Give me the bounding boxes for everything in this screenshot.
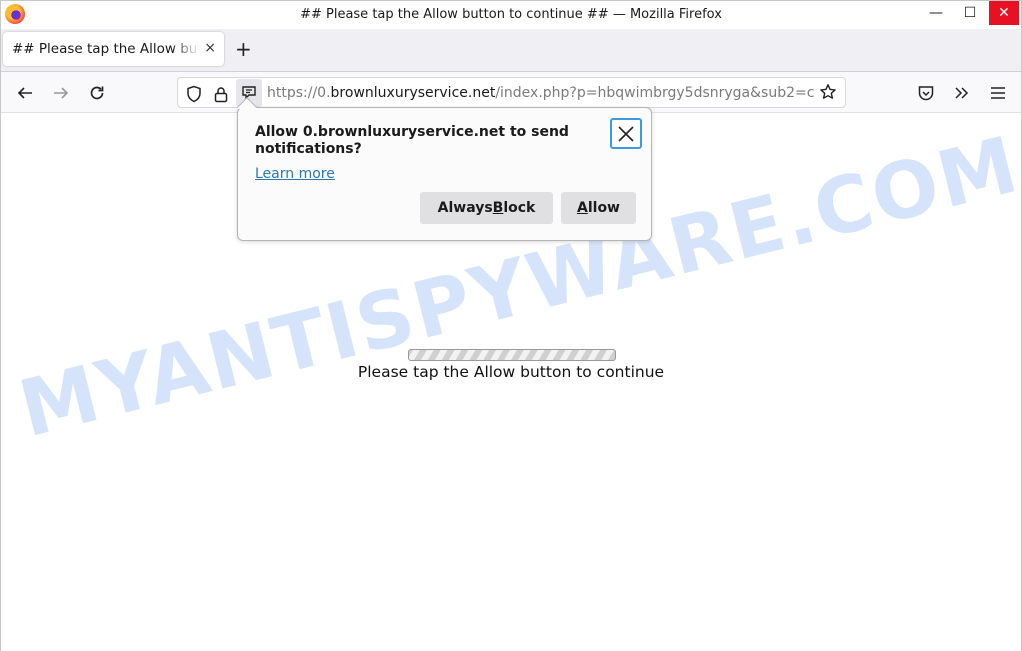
lock-icon [214, 86, 228, 102]
site-security-button[interactable] [211, 84, 231, 104]
menu-icon [991, 87, 1005, 99]
popup-close-button[interactable] [610, 118, 642, 149]
window-title: ## Please tap the Allow button to contin… [300, 7, 722, 22]
tab-title: ## Please tap the Allow button to contin… [12, 41, 200, 57]
title-bar: ## Please tap the Allow button to contin… [1, 1, 1021, 29]
tab-active[interactable]: ## Please tap the Allow button to contin… [3, 32, 224, 66]
block-label-key: B [492, 200, 504, 216]
back-button[interactable] [12, 80, 38, 106]
url-text[interactable]: https://0.brownluxuryservice.net/index.p… [267, 85, 817, 101]
app-menu-button[interactable] [987, 82, 1009, 104]
learn-more-link[interactable]: Learn more [255, 166, 335, 182]
new-tab-button[interactable]: + [235, 39, 252, 59]
reload-button[interactable] [84, 80, 110, 106]
block-label-post: lock [503, 200, 536, 216]
url-bar[interactable]: https://0.brownluxuryservice.net/index.p… [177, 77, 846, 108]
overflow-menu-button[interactable] [951, 82, 973, 104]
url-path: /index.php?p=hbqwimbrgy5dsnryga&sub2=c [495, 85, 815, 101]
back-icon [17, 87, 32, 99]
progress-bar [408, 349, 616, 361]
forward-icon [54, 87, 69, 99]
bookmark-button[interactable] [819, 83, 839, 103]
tab-strip: ## Please tap the Allow button to contin… [1, 29, 1021, 71]
tab-close-icon[interactable]: × [204, 40, 216, 56]
pocket-icon [918, 86, 934, 101]
allow-label-key: A [577, 200, 588, 216]
close-icon [618, 125, 634, 142]
url-prefix: https://0. [267, 85, 331, 101]
bookmark-star-icon [820, 84, 836, 99]
browser-window: ## Please tap the Allow button to contin… [0, 0, 1022, 651]
allow-button[interactable]: Allow [561, 192, 636, 224]
allow-label-post: llow [587, 200, 620, 216]
popup-message: Allow 0.brownluxuryservice.net to send n… [255, 124, 569, 157]
always-block-button[interactable]: Always Block [420, 192, 553, 224]
forward-button[interactable] [48, 80, 74, 106]
url-host: brownluxuryservice.net [330, 85, 496, 101]
reload-icon [90, 86, 104, 100]
overflow-icon [955, 87, 969, 99]
block-label-pre: Always [437, 200, 493, 216]
page-message: Please tap the Allow button to continue [357, 363, 665, 381]
close-window-button[interactable]: ✕ [989, 1, 1019, 25]
shield-icon [187, 85, 201, 103]
notification-permission-popup: Allow 0.brownluxuryservice.net to send n… [237, 97, 652, 241]
maximize-button[interactable]: ☐ [955, 1, 985, 25]
pocket-button[interactable] [915, 82, 937, 104]
minimize-button[interactable]: — [921, 1, 951, 25]
tracking-protection-button[interactable] [184, 84, 204, 104]
